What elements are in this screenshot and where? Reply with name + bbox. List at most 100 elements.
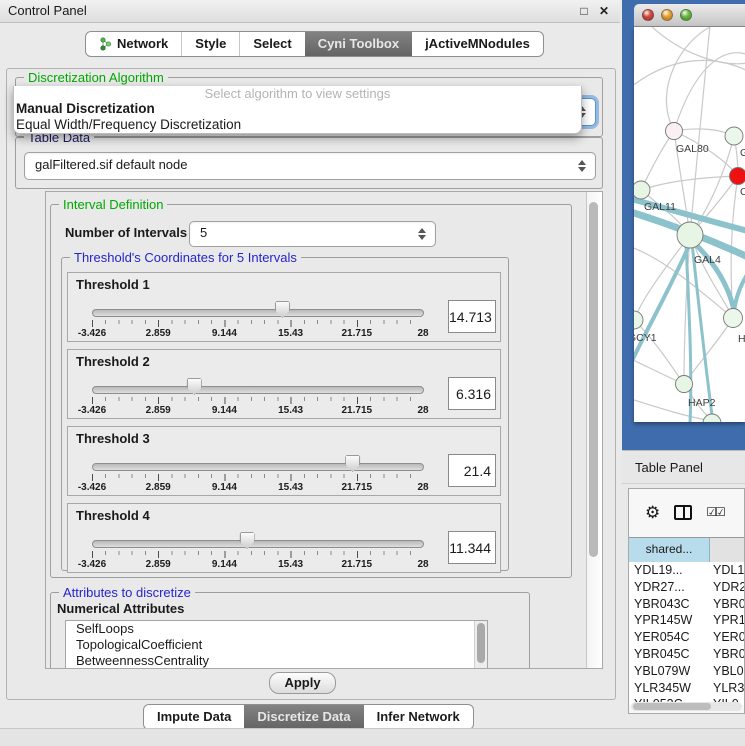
tab-impute-data[interactable]: Impute Data (144, 705, 244, 729)
combo-stepper-icon[interactable] (578, 160, 586, 172)
tab-style[interactable]: Style (181, 32, 239, 56)
tab-network[interactable]: Network (86, 32, 181, 56)
split-columns-icon[interactable] (674, 505, 692, 520)
tick-label: -3.426 (78, 482, 106, 493)
list-item[interactable]: TopologicalCoefficient (66, 637, 487, 653)
numerical-attributes-list[interactable]: SelfLoopsTopologicalCoefficientBetweenne… (65, 620, 488, 669)
network-node[interactable] (634, 311, 643, 329)
minimize-traffic-light[interactable] (661, 9, 673, 21)
tab-infer-network[interactable]: Infer Network (364, 705, 473, 729)
threshold-panel: Threshold 4 -3.4262.8599.14415.4321.7152… (67, 503, 501, 573)
slider-track[interactable] (92, 386, 424, 394)
float-window-icon[interactable]: □ (576, 0, 592, 22)
slider-major-ticks (92, 397, 423, 404)
tab-discretize-data-label: Discretize Data (257, 705, 350, 729)
network-edge (634, 235, 690, 320)
table-row[interactable]: YDR27...YDR2 (629, 579, 745, 596)
slider-major-ticks (92, 474, 423, 481)
number-of-intervals-combobox[interactable]: 5 (189, 221, 436, 247)
interval-definition-group: Interval Definition Number of Intervals … (50, 204, 572, 578)
node-label: GCY1 (634, 332, 657, 344)
column-header-shared-name[interactable]: shared... (629, 538, 710, 562)
tab-discretize-data[interactable]: Discretize Data (244, 705, 363, 729)
tab-select[interactable]: Select (239, 32, 304, 56)
control-panel-title: Control Panel (0, 3, 87, 18)
table-row[interactable]: YBL079WYBL0 (629, 663, 745, 680)
zoom-traffic-light[interactable] (680, 9, 692, 21)
table-data-combobox[interactable]: galFiltered.sif default node (24, 152, 596, 180)
tick-label: -3.426 (78, 405, 106, 416)
cell-shared-name: YPR145W (629, 612, 710, 629)
tick-label: 2.859 (146, 482, 171, 493)
cell-shared-name: YBR045C (629, 646, 710, 663)
scrollbar-thumb[interactable] (589, 202, 598, 557)
scrollbar-thumb[interactable] (477, 623, 485, 663)
tick-label: 15.43 (278, 328, 303, 339)
node-label: C (740, 186, 745, 198)
network-node[interactable] (676, 376, 693, 393)
table-rows: YDL19...YDL1YDR27...YDR2YBR043CYBR0YPR14… (629, 562, 745, 705)
tab-jactivemnodules[interactable]: jActiveMNodules (412, 32, 543, 56)
network-canvas[interactable]: GAL80GACGAL11GAL4GCY1HHAP2 (634, 27, 745, 422)
number-of-intervals-label: Number of Intervals (65, 225, 187, 240)
tick-label: 9.144 (212, 328, 237, 339)
dropdown-option-equal-width-frequency[interactable]: Equal Width/Frequency Discretization (14, 117, 581, 133)
combo-stepper-icon[interactable] (418, 228, 426, 240)
apply-button[interactable]: Apply (269, 672, 336, 694)
attributes-group: Attributes to discretize Numerical Attri… (50, 592, 530, 669)
cell-shared-name: YLR345W (629, 680, 710, 697)
slider-track[interactable] (92, 540, 424, 548)
table-hscrollbar[interactable] (631, 702, 742, 711)
top-tabbar: Network Style Select Cyni Toolbox jActiv… (85, 31, 544, 57)
node-label: HAP2 (688, 397, 716, 409)
select-columns-icon[interactable]: ☑☑ (706, 505, 724, 519)
scrollbar-thumb[interactable] (633, 703, 711, 710)
table-row[interactable]: YER054CYER0 (629, 629, 745, 646)
tab-cyni-toolbox-label: Cyni Toolbox (318, 32, 399, 56)
cell-name: YER0 (710, 629, 745, 646)
settings-scrollbar[interactable] (586, 192, 602, 668)
threshold-value-field[interactable]: 11.344 (448, 531, 496, 564)
network-node[interactable] (666, 123, 683, 140)
table-panel-title: Table Panel (635, 460, 703, 475)
dropdown-option-manual-discretization[interactable]: Manual Discretization (14, 101, 581, 117)
network-node[interactable] (725, 127, 743, 145)
network-node[interactable] (724, 309, 743, 328)
threshold-value-field[interactable]: 6.316 (448, 377, 496, 410)
network-node[interactable] (730, 168, 745, 185)
network-node[interactable] (634, 181, 650, 199)
threshold-value-field[interactable]: 14.713 (448, 300, 496, 333)
network-edge (641, 176, 738, 190)
tab-impute-data-label: Impute Data (157, 705, 231, 729)
network-node[interactable] (677, 222, 703, 248)
gear-icon[interactable]: ⚙ (645, 504, 660, 521)
close-traffic-light[interactable] (642, 9, 654, 21)
close-icon[interactable]: ✕ (596, 0, 612, 22)
tick-label: 2.859 (146, 328, 171, 339)
cell-shared-name: YBR043C (629, 596, 710, 613)
network-edge (650, 27, 745, 64)
table-row[interactable]: YBR045CYBR0 (629, 646, 745, 663)
tab-cyni-toolbox[interactable]: Cyni Toolbox (305, 32, 412, 56)
table-panel-titlebar: Table Panel (622, 450, 745, 484)
attributes-list-scrollbar[interactable] (474, 621, 487, 668)
table-row[interactable]: YBR043CYBR0 (629, 596, 745, 613)
table-panel: ⚙ ☑☑ shared... na YDL19...YDL1YDR27...YD… (628, 488, 745, 714)
cell-name: YBR0 (710, 596, 745, 613)
threshold-value-field[interactable]: 21.4 (448, 454, 496, 487)
cell-name: YBL0 (710, 663, 744, 680)
table-row[interactable]: YLR345WYLR3 (629, 680, 745, 697)
list-item[interactable]: SelfLoops (66, 621, 487, 637)
network-edge (634, 320, 684, 384)
table-row[interactable]: YPR145WYPR1 (629, 612, 745, 629)
attr-items: SelfLoopsTopologicalCoefficientBetweenne… (66, 621, 487, 669)
slider-track[interactable] (92, 463, 424, 471)
table-toolbar: ⚙ ☑☑ (629, 489, 744, 535)
table-row[interactable]: YDL19...YDL1 (629, 562, 745, 579)
slider-track[interactable] (92, 309, 424, 317)
list-item[interactable]: BetweennessCentrality (66, 653, 487, 669)
table-data-value: galFiltered.sif default node (25, 153, 595, 177)
tick-label: 28 (417, 328, 428, 339)
column-header-name[interactable]: na (710, 538, 745, 562)
footer-strip (0, 728, 745, 746)
